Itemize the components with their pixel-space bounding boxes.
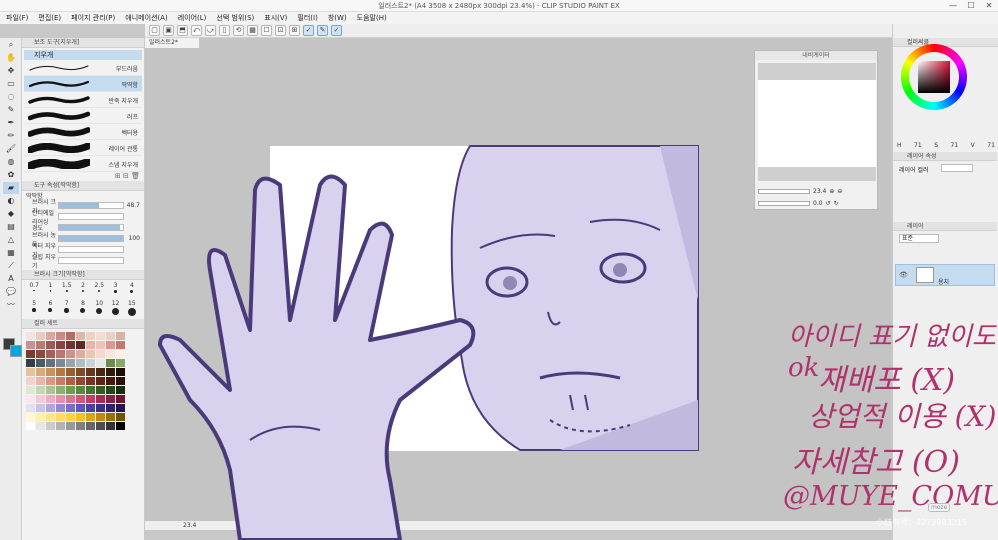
right-pupil (613, 263, 627, 277)
handwriting-line-3: 상업적 이용 (X) (808, 400, 997, 433)
left-pupil (503, 276, 517, 290)
watermark-badge: moze (928, 503, 951, 512)
watermark: 小红书号：4273983215 (876, 518, 967, 527)
handwriting-line-4: 자세참고 (O) (792, 445, 960, 480)
face-sketch (450, 145, 699, 451)
handwriting-line-5: @MUYE_COMU (783, 481, 998, 512)
handwriting-line-2: 재배포 (X) (818, 363, 956, 398)
